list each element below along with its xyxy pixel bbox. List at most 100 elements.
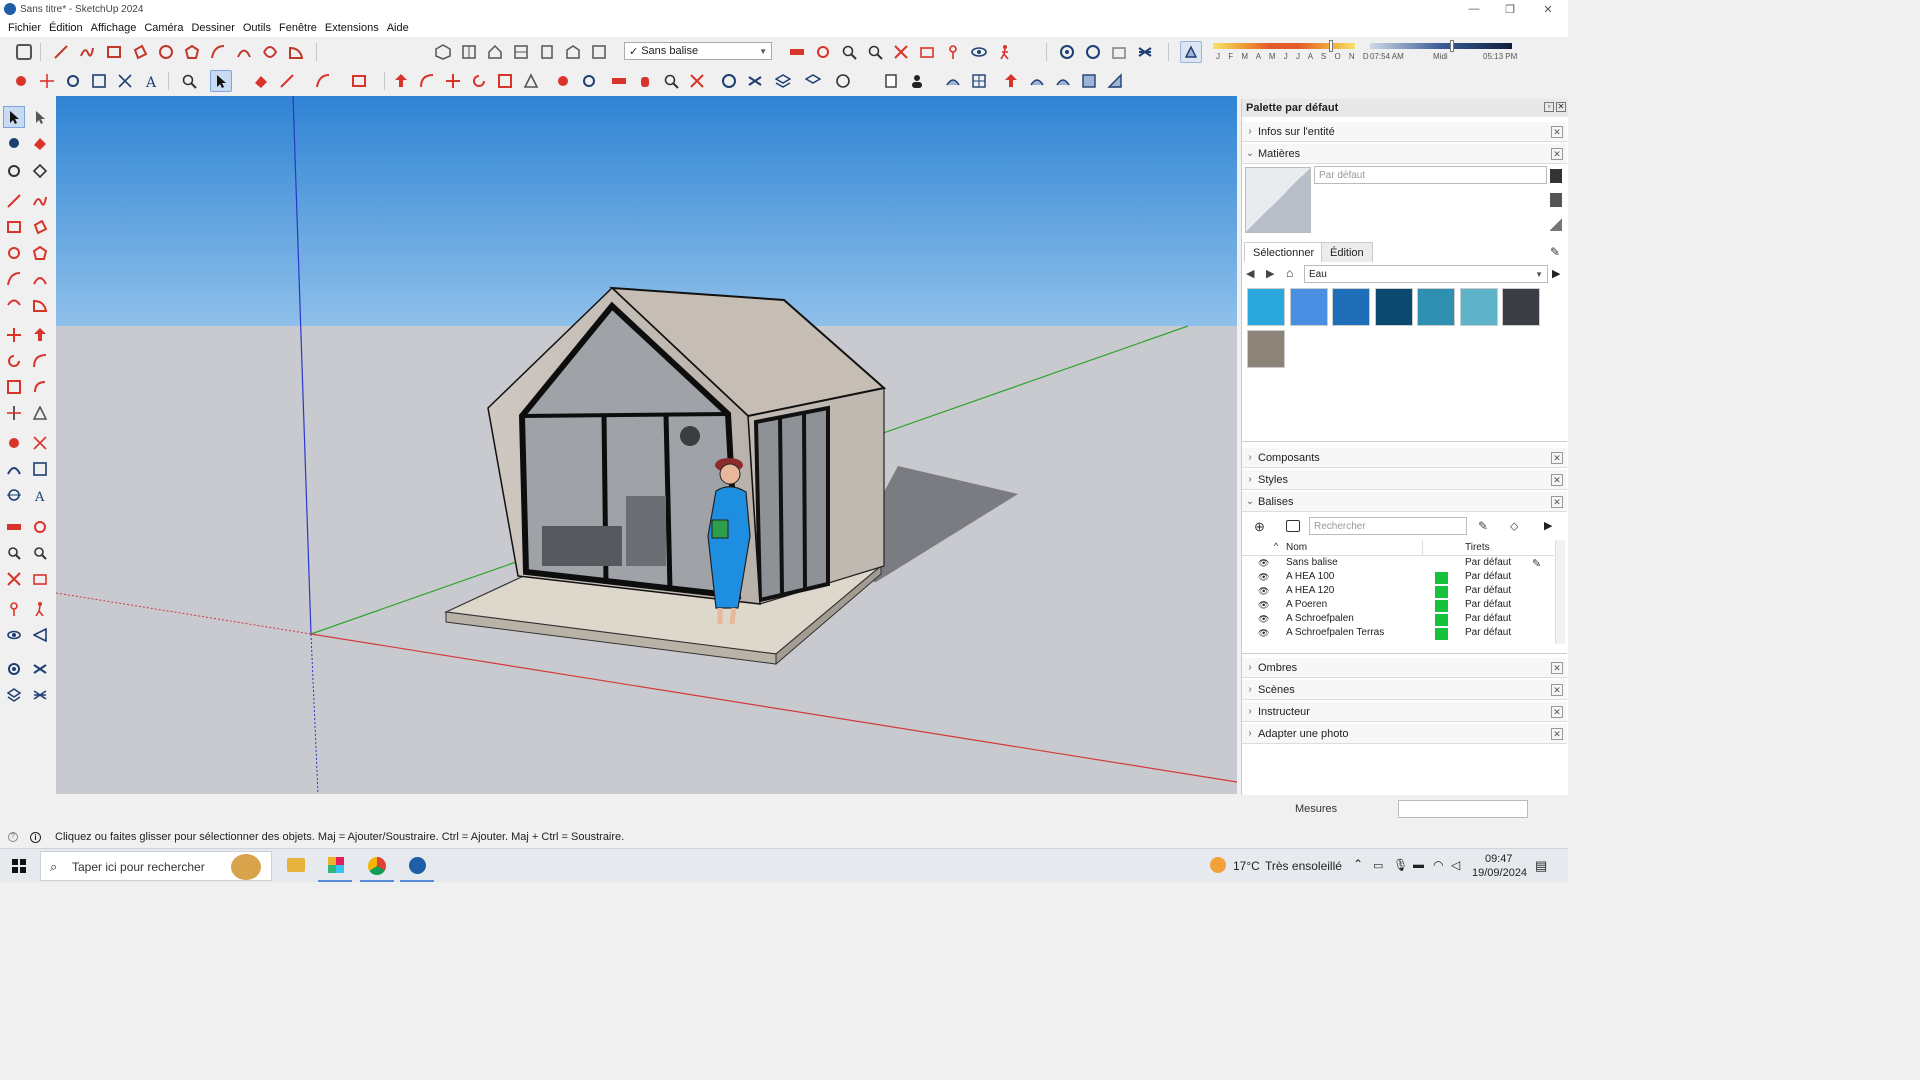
dimension-button[interactable]	[114, 70, 136, 92]
zoom-extents-left[interactable]	[3, 568, 25, 590]
maximize-button[interactable]: ❐	[1492, 0, 1528, 18]
default-material-icon[interactable]	[1550, 217, 1562, 231]
look-around-button[interactable]	[968, 41, 990, 63]
tag-dashes[interactable]: Par défaut	[1465, 557, 1511, 568]
tray-close-icon[interactable]: ✕	[1551, 661, 1563, 674]
tray-match-photo[interactable]: › Adapter une photo ✕	[1242, 724, 1567, 744]
tray-close-icon[interactable]: ✕	[1551, 683, 1563, 696]
rotated-rectangle-left[interactable]	[29, 216, 51, 238]
component-left[interactable]	[3, 160, 25, 182]
tape-button[interactable]	[552, 70, 574, 92]
tray-styles[interactable]: › Styles ✕	[1242, 470, 1567, 490]
flip-left[interactable]	[29, 402, 51, 424]
scale-button[interactable]	[494, 70, 516, 92]
protractor-left[interactable]	[3, 458, 25, 480]
visibility-eye-icon[interactable]: 👁	[1258, 558, 1269, 569]
tag-row[interactable]: 👁 A Schroefpalen Terras Par défaut	[1242, 627, 1552, 641]
zoom-button[interactable]	[838, 41, 860, 63]
scale-left[interactable]	[3, 376, 25, 398]
menu-camera[interactable]: Caméra	[140, 22, 187, 34]
position-camera-button[interactable]	[942, 41, 964, 63]
polygon-left[interactable]	[29, 242, 51, 264]
line-left[interactable]	[3, 190, 25, 212]
details-arrow-icon[interactable]: ▶	[1552, 267, 1560, 280]
tag-dashes[interactable]: Par défaut	[1465, 571, 1511, 582]
push-pull-left[interactable]	[29, 324, 51, 346]
tags-scrollbar[interactable]	[1555, 540, 1565, 644]
smoove-button[interactable]	[1000, 70, 1022, 92]
circle-left[interactable]	[3, 242, 25, 264]
orbit-button[interactable]	[812, 41, 834, 63]
zoom-button-2[interactable]	[660, 70, 682, 92]
menu-extensions[interactable]: Extensions	[321, 22, 383, 34]
push-pull-button[interactable]	[390, 70, 412, 92]
account-button[interactable]	[906, 70, 928, 92]
tags-left[interactable]	[29, 658, 51, 680]
rectangle-tool-button[interactable]	[103, 41, 125, 63]
panel-pin-icon[interactable]: ▫	[1544, 102, 1554, 112]
material-swatch[interactable]	[1417, 288, 1455, 326]
previous-left[interactable]	[29, 568, 51, 590]
visibility-eye-icon[interactable]: 👁	[1258, 572, 1269, 583]
material-swatch[interactable]	[1374, 288, 1413, 326]
chevron-up-icon[interactable]: ⌃	[1353, 857, 1363, 871]
stamp-button[interactable]	[802, 70, 824, 92]
tray-close-icon[interactable]: ✕	[1551, 147, 1563, 160]
panel-close-icon[interactable]: ✕	[1556, 102, 1566, 112]
paint-bucket-button[interactable]	[10, 70, 32, 92]
tag-color-swatch[interactable]	[1435, 586, 1448, 598]
sandbox-from-scratch-button[interactable]	[968, 70, 990, 92]
dimension-left[interactable]	[29, 432, 51, 454]
select-tool-button[interactable]	[210, 70, 232, 92]
drape-button[interactable]	[1026, 70, 1048, 92]
close-button[interactable]: ✕	[1530, 0, 1566, 18]
material-name-input[interactable]: Par défaut	[1314, 166, 1547, 184]
create-material-icon[interactable]	[1550, 169, 1562, 183]
menu-fichier[interactable]: Fichier	[4, 22, 45, 34]
rotate-button[interactable]	[468, 70, 490, 92]
color-by-tag-icon[interactable]: ✎	[1478, 519, 1488, 533]
home-icon[interactable]: ⌂	[1286, 266, 1293, 280]
lasso-select-left[interactable]	[29, 106, 51, 128]
move-button[interactable]	[442, 70, 464, 92]
two-point-arc-button[interactable]	[233, 41, 255, 63]
menu-outils[interactable]: Outils	[239, 22, 275, 34]
microphone-icon[interactable]: 🎙	[1393, 858, 1408, 872]
paint-left[interactable]	[3, 132, 25, 154]
zoom-left[interactable]	[3, 542, 25, 564]
zoom-extents-button-2[interactable]	[686, 70, 708, 92]
menu-fenetre[interactable]: Fenêtre	[275, 22, 321, 34]
forward-arrow-icon[interactable]: ▶	[1266, 267, 1274, 280]
layers-left[interactable]	[3, 684, 25, 706]
speaker-icon[interactable]: ◁	[1451, 858, 1460, 872]
help-circle-icon[interactable]: ?	[8, 832, 18, 842]
date-slider-thumb[interactable]	[1328, 40, 1333, 52]
tag-color-swatch[interactable]	[1435, 600, 1448, 612]
arc-tool-button[interactable]	[207, 41, 229, 63]
tag-row[interactable]: 👁 Sans balise Par défaut	[1242, 557, 1552, 571]
info-circle-icon[interactable]: i	[30, 831, 41, 843]
chrome-icon[interactable]	[368, 857, 386, 875]
eyedropper-icon[interactable]: ✎	[1550, 245, 1560, 259]
add-detail-button[interactable]	[1052, 70, 1074, 92]
text-left[interactable]	[29, 458, 51, 480]
weather-condition[interactable]: Très ensoleillé	[1265, 859, 1342, 873]
sort-arrow-icon[interactable]: ^	[1274, 541, 1278, 551]
tag-dashes[interactable]: Par défaut	[1465, 627, 1511, 638]
tag-dashes[interactable]: Par défaut	[1465, 613, 1511, 624]
iso-view-button[interactable]	[432, 41, 454, 63]
bottom-view-button[interactable]	[588, 41, 610, 63]
rotated-rectangle-button[interactable]	[129, 41, 151, 63]
zoom-window-button[interactable]	[864, 41, 886, 63]
tag-row[interactable]: 👁 A HEA 100 Par défaut	[1242, 571, 1552, 585]
offset-button[interactable]	[520, 70, 542, 92]
zoom-window-left[interactable]	[29, 542, 51, 564]
tray-close-icon[interactable]: ✕	[1551, 125, 1563, 138]
tags-button[interactable]	[744, 70, 766, 92]
model-scene[interactable]	[56, 96, 1237, 794]
tape-measure-left[interactable]	[3, 432, 25, 454]
material-swatch[interactable]	[1459, 288, 1498, 326]
text-tool-button[interactable]	[88, 70, 110, 92]
column-dashes-header[interactable]: Tirets	[1465, 542, 1490, 553]
two-point-arc-left[interactable]	[29, 268, 51, 290]
